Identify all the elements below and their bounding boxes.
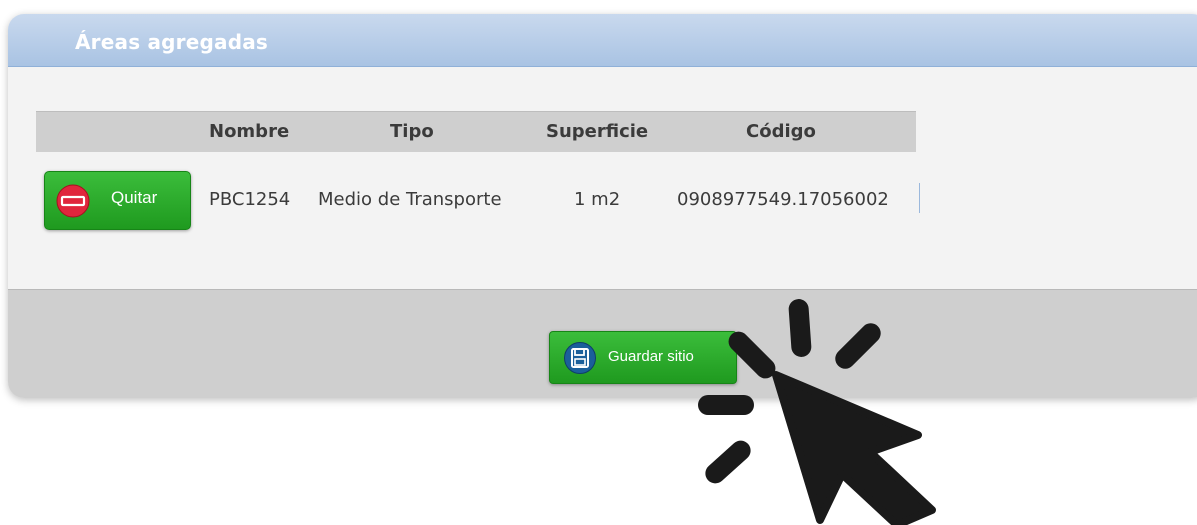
remove-button-label: Quitar	[111, 188, 158, 207]
table-header: Nombre Tipo Superficie Código	[36, 111, 916, 152]
column-header-superficie: Superficie	[546, 121, 649, 142]
save-site-button[interactable]: Guardar sitio	[549, 331, 737, 384]
save-site-button-label: Guardar sitio	[608, 348, 694, 365]
cell-superficie: 1 m2	[574, 189, 621, 210]
cell-tipo: Medio de Transporte	[318, 189, 502, 210]
panel-title: Áreas agregadas	[75, 30, 269, 54]
floppy-disk-icon	[564, 342, 596, 374]
table-row: Quitar PBC1254 Medio de Transporte 1 m2 …	[36, 171, 920, 231]
panel-body: Nombre Tipo Superficie Código Quitar PBC…	[8, 67, 1197, 289]
areas-panel: Áreas agregadas Nombre Tipo Superficie C…	[8, 14, 1197, 398]
cell-nombre: PBC1254	[209, 189, 291, 210]
minus-circle-icon	[56, 184, 90, 218]
panel-header: Áreas agregadas	[8, 14, 1197, 67]
remove-button[interactable]: Quitar	[44, 171, 191, 230]
panel-footer: Guardar sitio	[8, 289, 1197, 398]
text-caret	[919, 183, 920, 213]
column-header-nombre: Nombre	[209, 121, 290, 142]
cell-codigo: 0908977549.17056002	[677, 189, 889, 210]
column-header-codigo: Código	[746, 121, 816, 142]
column-header-tipo: Tipo	[390, 121, 434, 142]
